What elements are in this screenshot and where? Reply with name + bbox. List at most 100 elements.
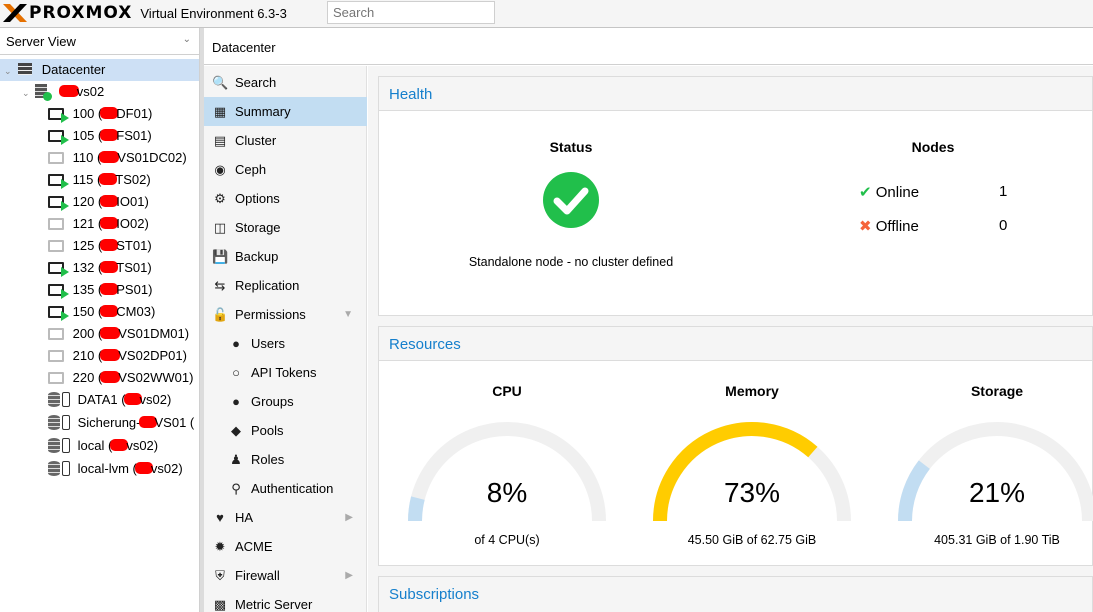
tree-guest-tail: VS02DP01) bbox=[118, 348, 187, 363]
tree-guest-label: 150 ( bbox=[72, 304, 103, 319]
view-selector[interactable]: Server View ⌄ bbox=[0, 28, 199, 55]
menu-item-api-tokens[interactable]: ○ API Tokens bbox=[204, 358, 367, 387]
tree-storage[interactable]: Sicherung- VS01 ( bbox=[48, 412, 194, 434]
tree-guest-tail: ST01) bbox=[116, 238, 152, 253]
gauge-detail: of 4 CPU(s) bbox=[474, 533, 540, 547]
tree-guest-label: 115 ( bbox=[72, 172, 102, 187]
tree-guest-tail: FS01) bbox=[116, 128, 152, 143]
tree-guest-label: 105 ( bbox=[72, 128, 103, 143]
caret-down-icon[interactable]: ▼ bbox=[343, 300, 353, 329]
nodes-offline-row: ✖ Offline bbox=[859, 217, 919, 235]
menu-item-label: Storage bbox=[235, 220, 281, 235]
menu-item-label: API Tokens bbox=[251, 365, 317, 380]
menu-item-groups[interactable]: ● Groups bbox=[204, 387, 367, 416]
vm-stopped-icon bbox=[48, 350, 64, 362]
caret-right-icon[interactable]: ▶ bbox=[345, 503, 353, 532]
caret-right-icon[interactable]: ▶ bbox=[345, 561, 353, 590]
chevron-down-icon[interactable]: ⌄ bbox=[183, 34, 191, 45]
vm-running-icon bbox=[48, 284, 69, 299]
tree-storage[interactable]: local-lvm (vs02) bbox=[48, 458, 183, 480]
tree-guest[interactable]: 210 ( VS02DP01) bbox=[48, 345, 187, 367]
tree-guest-label: 210 ( bbox=[72, 348, 103, 363]
menu-item-label: HA bbox=[235, 510, 254, 525]
menu-item-authentication[interactable]: ⚲ Authentication bbox=[204, 474, 367, 503]
expand-toggle-icon[interactable]: ⌄ bbox=[4, 66, 12, 76]
menu-item-acme[interactable]: ✹ ACME bbox=[204, 532, 367, 561]
tree-guest-tail: IO01) bbox=[116, 194, 149, 209]
tree-guest[interactable]: 135 (PS01) bbox=[48, 279, 152, 301]
tree-guest[interactable]: 121 (IO02) bbox=[48, 213, 149, 235]
offline-label: Offline bbox=[875, 218, 919, 235]
summary-content: Health Status Standalone node - no clust… bbox=[368, 66, 1093, 612]
node-online-icon bbox=[35, 84, 53, 101]
gauge-chart bbox=[408, 422, 606, 522]
tree-storage-tail: VS01 ( bbox=[154, 415, 195, 430]
tree-guest[interactable]: 132 (TS01) bbox=[48, 257, 152, 279]
subscriptions-panel-title: Subscriptions bbox=[378, 576, 1093, 612]
proxmox-logo[interactable]: PROXMOX Virtual Environment 6.3-3 bbox=[2, 3, 287, 23]
tree-guest[interactable]: 110 (VS01DC02) bbox=[48, 147, 187, 169]
tree-storage[interactable]: local (vs02) bbox=[48, 435, 158, 457]
proxmox-x-icon bbox=[3, 4, 27, 22]
certificate-icon: ✹ bbox=[214, 539, 226, 554]
menu-item-label: Permissions bbox=[235, 307, 306, 322]
tree-guest[interactable]: 115 ( TS02) bbox=[48, 169, 151, 191]
ceph-icon: ◉ bbox=[214, 162, 226, 177]
tree-guest[interactable]: 125 (ST01) bbox=[48, 235, 152, 257]
menu-item-label: Summary bbox=[235, 104, 291, 119]
tree-guest[interactable]: 120 ( IO01) bbox=[48, 191, 149, 213]
global-search-input[interactable] bbox=[327, 1, 495, 24]
view-selector-label: Server View bbox=[6, 34, 76, 49]
tree-guest-label: 100 ( bbox=[72, 106, 103, 121]
menu-item-firewall[interactable]: ⛨ Firewall ▶ bbox=[204, 561, 367, 590]
tree-guest[interactable]: 105 ( FS01) bbox=[48, 125, 152, 147]
menu-item-ha[interactable]: ♥ HA ▶ bbox=[204, 503, 367, 532]
menu-item-permissions[interactable]: 🔓 Permissions ▼ bbox=[204, 300, 367, 329]
tree-storage[interactable]: DATA1 (vs02) bbox=[48, 389, 171, 411]
tree-guest[interactable]: 200 (VS01DM01) bbox=[48, 323, 189, 345]
menu-item-options[interactable]: ⚙ Options bbox=[204, 184, 367, 213]
redaction-mark bbox=[58, 85, 79, 97]
vm-running-icon bbox=[48, 196, 69, 211]
menu-item-metric-server[interactable]: ▩ Metric Server bbox=[204, 590, 367, 612]
menu-item-roles[interactable]: ♟ Roles bbox=[204, 445, 367, 474]
menu-item-ceph[interactable]: ◉ Ceph bbox=[204, 155, 367, 184]
menu-item-label: Backup bbox=[235, 249, 279, 264]
expand-toggle-icon[interactable]: ⌄ bbox=[22, 88, 30, 98]
health-title: Health bbox=[389, 86, 433, 103]
menu-item-users[interactable]: ● Users bbox=[204, 329, 367, 358]
health-panel: Status Standalone node - no cluster defi… bbox=[378, 110, 1093, 316]
tree-node-label: vs02 bbox=[76, 84, 105, 99]
menu-item-search[interactable]: 🔍 Search bbox=[204, 68, 367, 97]
health-panel-title: Health bbox=[378, 76, 1093, 110]
tree-guest-label: 120 ( bbox=[72, 194, 103, 209]
tree-datacenter[interactable]: ⌄ Datacenter bbox=[0, 59, 199, 81]
menu-item-storage[interactable]: ◫ Storage bbox=[204, 213, 367, 242]
tree-datacenter-label: Datacenter bbox=[41, 62, 106, 77]
tree-guest-label: 135 ( bbox=[72, 282, 103, 297]
menu-item-pools[interactable]: ◆ Pools bbox=[204, 416, 367, 445]
check-icon: ✔ bbox=[859, 184, 872, 201]
gauge-chart bbox=[653, 422, 851, 522]
brand-name: PROXMOX bbox=[29, 3, 133, 23]
server-icon: ▤ bbox=[213, 133, 227, 148]
tree-guest-label: 220 ( bbox=[72, 370, 103, 385]
tree-guest-tail: TS02) bbox=[115, 172, 151, 187]
nodes-heading: Nodes bbox=[911, 139, 955, 155]
subscriptions-title: Subscriptions bbox=[389, 586, 480, 603]
tree-guest[interactable]: 150 (CM03) bbox=[48, 301, 155, 323]
menu-item-replication[interactable]: ⇆ Replication bbox=[204, 271, 367, 300]
menu-item-label: Options bbox=[235, 191, 280, 206]
play-badge-icon bbox=[61, 311, 69, 321]
play-badge-icon bbox=[61, 289, 69, 299]
tree-guest[interactable]: 220 (VS02WW01) bbox=[48, 367, 193, 389]
menu-item-summary[interactable]: ▦ Summary bbox=[204, 97, 367, 126]
gauge-heading: Memory bbox=[725, 383, 779, 399]
tree-guest[interactable]: 100 (DF01) bbox=[48, 103, 152, 125]
menu-item-backup[interactable]: 💾 Backup bbox=[204, 242, 367, 271]
tree-guest-tail: VS01DM01) bbox=[118, 326, 190, 341]
menu-item-label: Metric Server bbox=[235, 597, 313, 612]
menu-item-cluster[interactable]: ▤ Cluster bbox=[204, 126, 367, 155]
tree-node[interactable]: ⌄ vs02 bbox=[22, 81, 104, 103]
resource-tree-panel: Server View ⌄ ⌄ Datacenter ⌄ vs02 100 (D… bbox=[0, 28, 200, 612]
